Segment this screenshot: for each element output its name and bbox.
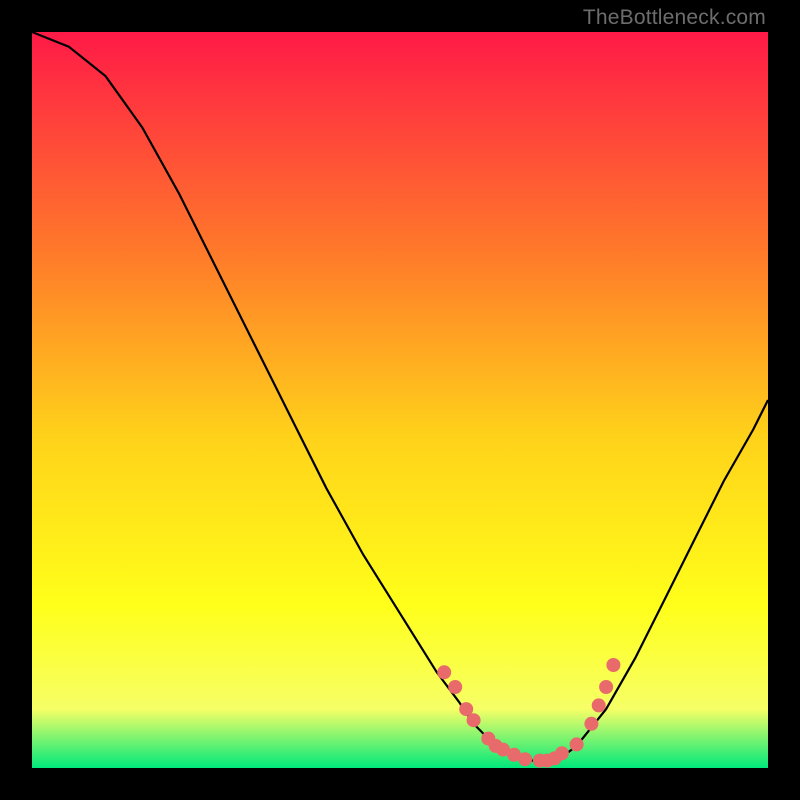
curve-layer (32, 32, 768, 768)
curve-dot (518, 752, 532, 766)
curve-dot (437, 665, 451, 679)
curve-dot (448, 680, 462, 694)
curve-dot (570, 737, 584, 751)
bottleneck-curve (32, 32, 768, 761)
curve-dot (467, 713, 481, 727)
curve-dot (599, 680, 613, 694)
curve-dot (584, 717, 598, 731)
curve-dots (437, 658, 620, 768)
curve-dot (592, 698, 606, 712)
curve-dot (555, 746, 569, 760)
plot-area (32, 32, 768, 768)
curve-dot (606, 658, 620, 672)
watermark-text: TheBottleneck.com (583, 6, 766, 30)
chart-frame: TheBottleneck.com (0, 0, 800, 800)
